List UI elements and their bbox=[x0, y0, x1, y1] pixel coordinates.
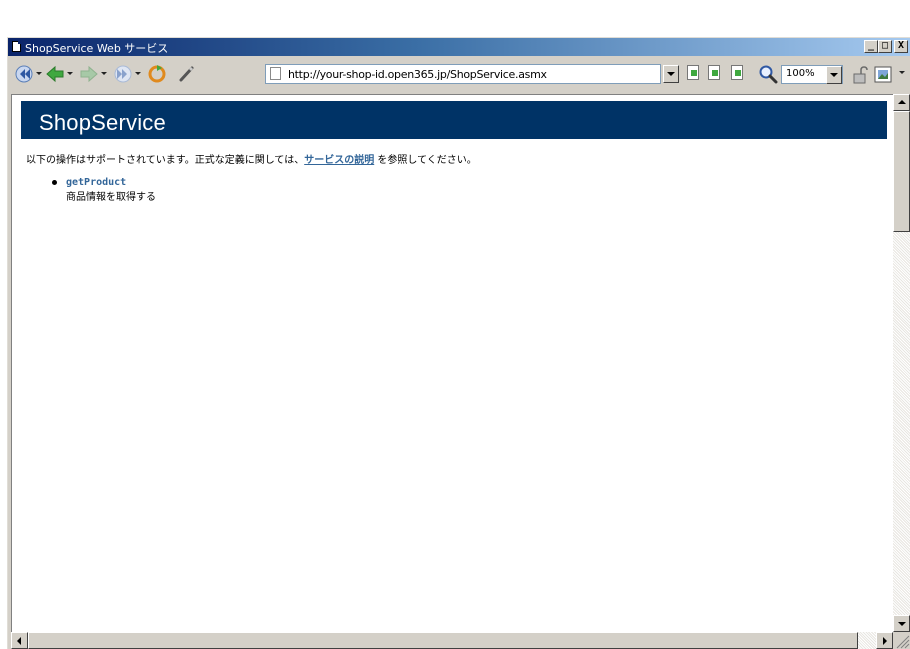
window-title: ShopService Web サービス bbox=[25, 42, 169, 55]
document-action-icon-1[interactable] bbox=[687, 65, 699, 80]
document-action-icon-3[interactable] bbox=[731, 65, 743, 80]
zoom-select[interactable]: 100% bbox=[781, 65, 843, 84]
rewind-icon[interactable] bbox=[14, 64, 34, 84]
back-arrow-icon[interactable] bbox=[45, 64, 65, 84]
forward-dropdown-icon[interactable] bbox=[101, 72, 107, 75]
scroll-right-button[interactable] bbox=[876, 632, 893, 649]
bullet-icon bbox=[52, 180, 57, 185]
scroll-left-button[interactable] bbox=[11, 632, 28, 649]
page-viewport: ShopService 以下の操作はサポートされています。正式な定義に関しては、… bbox=[11, 94, 893, 632]
maximize-button[interactable]: □ bbox=[878, 40, 892, 53]
lock-icon[interactable] bbox=[851, 65, 871, 85]
close-button[interactable]: X bbox=[894, 40, 908, 53]
horizontal-scrollbar[interactable] bbox=[11, 632, 893, 649]
operation-link-getproduct[interactable]: getProduct bbox=[66, 177, 126, 188]
image-icon[interactable] bbox=[874, 65, 894, 85]
toolbar: http://your-shop-id.open365.jp/ShopServi… bbox=[8, 57, 910, 91]
intro-text-before: 以下の操作はサポートされています。正式な定義に関しては、 bbox=[26, 155, 305, 166]
document-action-icon-2[interactable] bbox=[708, 65, 720, 80]
page-title: ShopService bbox=[39, 110, 166, 135]
forward-arrow-icon[interactable] bbox=[79, 64, 99, 84]
scroll-up-button[interactable] bbox=[893, 94, 910, 111]
service-description-link[interactable]: サービスの説明 bbox=[304, 155, 374, 166]
minimize-button[interactable]: _ bbox=[864, 40, 878, 53]
intro-text-after: を参照してください。 bbox=[374, 155, 477, 166]
operation-description: 商品情報を取得する bbox=[66, 192, 156, 203]
browser-window: ShopService Web サービス _ □ X http://your-s… bbox=[7, 37, 910, 649]
zoom-value: 100% bbox=[786, 68, 815, 79]
back-dropdown-icon[interactable] bbox=[67, 72, 73, 75]
scroll-down-button[interactable] bbox=[893, 615, 910, 632]
page-icon bbox=[270, 67, 281, 80]
address-bar[interactable]: http://your-shop-id.open365.jp/ShopServi… bbox=[265, 64, 661, 84]
rewind-dropdown-icon[interactable] bbox=[36, 72, 42, 75]
intro-text: 以下の操作はサポートされています。正式な定義に関しては、サービスの説明 を参照し… bbox=[26, 151, 477, 166]
horizontal-scroll-thumb[interactable] bbox=[28, 632, 858, 649]
title-bar[interactable]: ShopService Web サービス _ □ X bbox=[8, 38, 910, 56]
vertical-scroll-thumb[interactable] bbox=[893, 111, 910, 232]
address-dropdown-button[interactable] bbox=[663, 65, 679, 83]
address-input[interactable]: http://your-shop-id.open365.jp/ShopServi… bbox=[288, 68, 547, 81]
document-icon bbox=[12, 41, 21, 52]
zoom-icon[interactable] bbox=[758, 64, 778, 84]
image-dropdown-icon[interactable] bbox=[899, 71, 905, 74]
resize-grip-icon bbox=[896, 635, 910, 649]
vertical-scrollbar[interactable] bbox=[893, 94, 910, 632]
pen-icon[interactable] bbox=[177, 64, 197, 84]
page-header: ShopService bbox=[21, 101, 887, 139]
fast-forward-icon[interactable] bbox=[113, 64, 133, 84]
zoom-dropdown-button[interactable] bbox=[826, 66, 842, 84]
resize-grip[interactable] bbox=[893, 632, 910, 649]
fast-forward-dropdown-icon[interactable] bbox=[135, 72, 141, 75]
refresh-icon[interactable] bbox=[147, 64, 167, 84]
